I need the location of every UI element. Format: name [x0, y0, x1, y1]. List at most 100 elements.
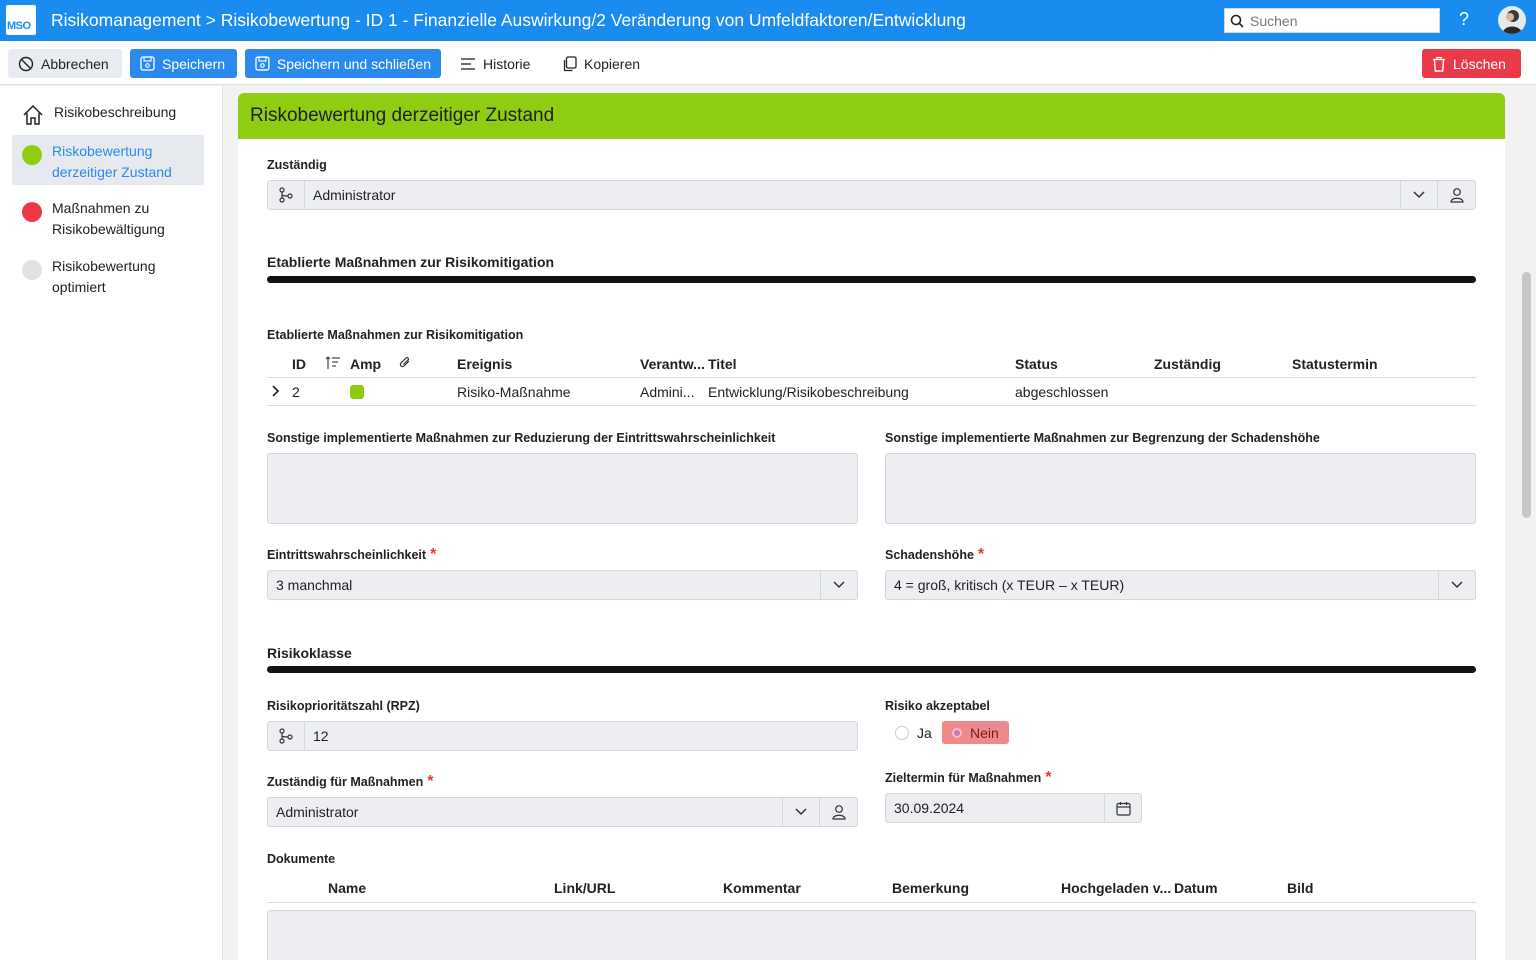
zustaendig-select[interactable]: Administrator: [267, 180, 1476, 210]
col-header-status[interactable]: Status: [1015, 356, 1058, 372]
sidebar-item-massnahmen[interactable]: Maßnahmen zu Risikobewältigung: [12, 192, 204, 246]
help-icon[interactable]: ?: [1459, 9, 1469, 30]
status-dot: [22, 145, 42, 165]
history-label: Historie: [483, 55, 531, 72]
cancel-icon: [18, 56, 34, 71]
doc-col-kommentar[interactable]: Kommentar: [723, 880, 801, 896]
col-header-statustermin[interactable]: Statustermin: [1292, 356, 1378, 372]
zieltermin-input[interactable]: 30.09.2024: [885, 793, 1142, 823]
save-button[interactable]: Speichern: [130, 49, 237, 78]
col-header-titel[interactable]: Titel: [708, 356, 737, 372]
chevron-right-icon[interactable]: [272, 385, 280, 397]
cell-ereignis[interactable]: Risiko-Maßnahme: [457, 384, 571, 400]
sidebar-item-risikobeschreibung[interactable]: Risikobeschreibung: [12, 96, 204, 132]
cancel-button[interactable]: Abbrechen: [8, 49, 122, 78]
sidebar-item-label: Maßnahmen zu Risikobewältigung: [52, 200, 165, 237]
chevron-down-icon[interactable]: [1400, 181, 1437, 209]
sonstige-begrenzung-textarea[interactable]: [885, 453, 1476, 524]
doc-col-datum[interactable]: Datum: [1174, 880, 1218, 896]
sidebar-item-label: Riskobewertung derzeitiger Zustand: [52, 143, 172, 180]
cancel-label: Abbrechen: [41, 55, 109, 72]
home-icon: [23, 104, 43, 125]
sonstige-begrenzung-label: Sonstige implementierte Maßnahmen zur Be…: [885, 431, 1320, 445]
akzeptabel-label: Risiko akzeptabel: [885, 699, 990, 713]
chevron-down-icon[interactable]: [1438, 571, 1475, 599]
paperclip-icon: [399, 357, 410, 368]
sort-icon[interactable]: [325, 356, 341, 370]
list-icon: [461, 57, 475, 70]
chevron-down-icon[interactable]: [820, 571, 857, 599]
eintritt-select[interactable]: 3 manchmal: [267, 570, 858, 600]
cell-verantw[interactable]: Admini...: [640, 384, 694, 400]
dokumente-label: Dokumente: [267, 852, 336, 866]
sidebar-item-label: Risikobeschreibung: [54, 104, 177, 120]
eintritt-value: 3 manchmal: [276, 577, 353, 593]
sidebar-item-bewertung-derzeitig[interactable]: Riskobewertung derzeitiger Zustand: [12, 135, 204, 185]
sonstige-reduzierung-textarea[interactable]: [267, 453, 858, 524]
doc-col-bemerkung[interactable]: Bemerkung: [892, 880, 969, 896]
doc-col-link[interactable]: Link/URL: [554, 880, 615, 896]
col-header-ereignis[interactable]: Ereignis: [457, 356, 512, 372]
zustaendig-label: Zuständig: [267, 158, 327, 172]
radio-nein[interactable]: Nein: [942, 721, 1009, 744]
save-close-label: Speichern und schließen: [276, 55, 431, 72]
col-header-amp[interactable]: Amp: [350, 356, 381, 372]
search-input[interactable]: Suchen: [1224, 8, 1440, 33]
section-title-risikoklasse: Risikoklasse: [267, 645, 352, 661]
cell-status[interactable]: abgeschlossen: [1015, 384, 1108, 400]
history-button[interactable]: Historie: [450, 49, 540, 78]
doc-col-name[interactable]: Name: [328, 880, 366, 896]
user-icon[interactable]: [1437, 181, 1475, 209]
schaden-select[interactable]: 4 = groß, kritisch (x TEUR – x TEUR): [885, 570, 1476, 600]
save-icon: [255, 56, 270, 71]
copy-button[interactable]: Kopieren: [552, 49, 650, 78]
radio-ja-label: Ja: [917, 725, 932, 741]
cell-titel[interactable]: Entwicklung/Risikobeschreibung: [708, 384, 909, 400]
col-header-verantw[interactable]: Verantw...: [640, 356, 705, 372]
schaden-value: 4 = groß, kritisch (x TEUR – x TEUR): [894, 577, 1125, 593]
scrollbar[interactable]: [1522, 272, 1531, 518]
user-icon[interactable]: [819, 798, 857, 826]
section-divider: [267, 276, 1476, 283]
zust-massnahmen-select[interactable]: Administrator: [267, 797, 858, 827]
radio-ja[interactable]: Ja: [895, 725, 932, 741]
sidebar: Risikobeschreibung Riskobewertung derzei…: [0, 86, 223, 960]
section-divider: [267, 666, 1476, 673]
doc-col-bild[interactable]: Bild: [1287, 880, 1313, 896]
rpz-value: 12: [313, 728, 329, 744]
sidebar-item-optimiert[interactable]: Risikobewertung optimiert: [12, 250, 204, 304]
delete-button[interactable]: Löschen: [1422, 49, 1521, 78]
calendar-icon[interactable]: [1104, 794, 1141, 822]
zieltermin-value: 30.09.2024: [894, 800, 965, 816]
delete-label: Löschen: [1453, 55, 1506, 72]
main-card: Riskobewertung derzeitiger Zustand: [238, 93, 1505, 960]
page-title: Risikomanagement > Risikobewertung - ID …: [51, 10, 966, 30]
trash-icon: [1433, 56, 1445, 72]
app-logo[interactable]: MSO: [6, 5, 36, 35]
copy-icon: [563, 55, 577, 71]
zieltermin-label: Zieltermin für Maßnahmen *: [885, 769, 1052, 786]
save-label: Speichern: [162, 55, 226, 72]
copy-label: Kopieren: [584, 55, 641, 72]
card-title: Riskobewertung derzeitiger Zustand: [238, 93, 1505, 139]
chevron-down-icon[interactable]: [782, 798, 819, 826]
save-close-button[interactable]: Speichern und schließen: [245, 49, 441, 78]
rpz-field[interactable]: 12: [267, 721, 858, 751]
zust-massnahmen-value: Administrator: [276, 804, 359, 820]
sidebar-item-label: Risikobewertung optimiert: [52, 258, 156, 295]
col-header-id[interactable]: ID: [292, 356, 306, 372]
doc-col-hochgeladen[interactable]: Hochgeladen v...: [1061, 880, 1171, 896]
col-header-zustaendig[interactable]: Zuständig: [1154, 356, 1221, 372]
cell-id[interactable]: 2: [292, 384, 300, 400]
hierarchy-icon[interactable]: [268, 181, 305, 209]
dokumente-dropzone[interactable]: [267, 910, 1476, 960]
radio-circle: [895, 726, 909, 740]
hierarchy-icon[interactable]: [268, 722, 305, 750]
table-divider: [267, 405, 1476, 406]
status-dot: [22, 260, 42, 280]
amp-indicator: [350, 385, 364, 399]
status-dot: [22, 202, 42, 222]
search-placeholder: Suchen: [1250, 12, 1298, 29]
avatar[interactable]: [1498, 6, 1526, 34]
table-caption: Etablierte Maßnahmen zur Risikomitigatio…: [267, 328, 524, 342]
